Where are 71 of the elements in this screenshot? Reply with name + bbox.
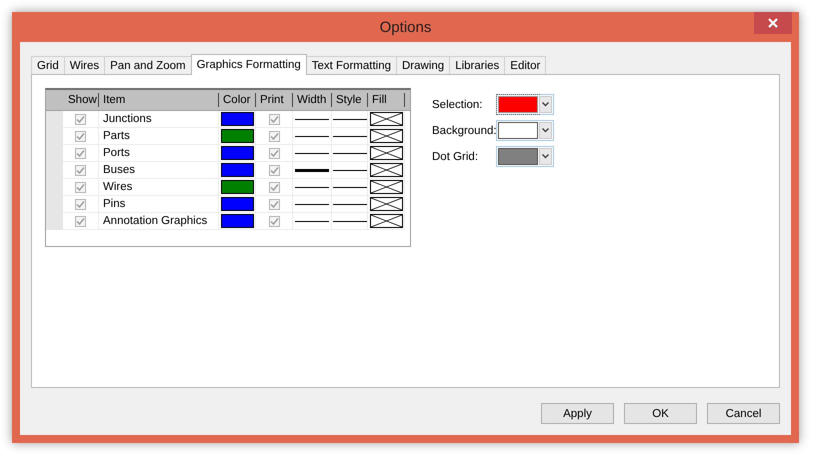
- tab[interactable]: Graphics Formatting: [190, 54, 307, 75]
- print-checkbox[interactable]: [268, 216, 280, 226]
- color-swatch[interactable]: [220, 112, 254, 126]
- show-checkbox[interactable]: [75, 164, 86, 176]
- show-checkbox[interactable]: [75, 114, 86, 124]
- window-title: Options: [380, 18, 432, 36]
- column-header: Print: [256, 93, 293, 107]
- column-header: Style: [332, 93, 368, 107]
- line-width-sample[interactable]: [295, 220, 329, 222]
- show-checkbox[interactable]: [75, 216, 86, 226]
- table-cell: Parts: [99, 128, 219, 145]
- color-swatch[interactable]: [220, 180, 254, 194]
- line-width-sample[interactable]: [295, 168, 329, 172]
- table-cell: Buses: [99, 162, 219, 179]
- color-swatch[interactable]: [220, 163, 254, 177]
- print-checkbox[interactable]: [268, 148, 280, 158]
- color-dropdown[interactable]: [496, 146, 554, 167]
- no-fill-icon[interactable]: [370, 163, 402, 177]
- print-checkbox[interactable]: [268, 198, 280, 210]
- show-checkbox[interactable]: [75, 130, 86, 142]
- tab[interactable]: Drawing: [396, 56, 450, 74]
- column-header: Fill: [368, 93, 405, 107]
- color-swatch[interactable]: [220, 214, 254, 228]
- line-style-sample[interactable]: [332, 186, 366, 188]
- table-cell: Pins: [99, 196, 219, 213]
- dialog-button[interactable]: Cancel: [707, 403, 780, 424]
- color-dropdown[interactable]: [496, 94, 554, 115]
- dialog-button[interactable]: Apply: [541, 403, 614, 424]
- color-swatch[interactable]: [220, 146, 254, 160]
- color-dropdown[interactable]: [496, 120, 554, 141]
- picker-label: Background:: [432, 124, 496, 136]
- line-style-sample[interactable]: [332, 152, 366, 154]
- column-header: Width: [293, 93, 332, 107]
- column-header: Show: [63, 93, 99, 107]
- tab[interactable]: Grid: [31, 56, 65, 74]
- no-fill-icon[interactable]: [370, 146, 402, 160]
- chevron-icon: [542, 102, 549, 107]
- show-checkbox[interactable]: [75, 182, 86, 192]
- picker-label: Selection:: [432, 98, 484, 110]
- close-button[interactable]: [754, 12, 792, 34]
- dialog-button[interactable]: OK: [624, 403, 697, 424]
- no-fill-icon[interactable]: [370, 197, 402, 211]
- show-checkbox[interactable]: [75, 148, 86, 158]
- tab[interactable]: Editor: [504, 56, 546, 74]
- picker-label: Dot Grid:: [432, 150, 480, 162]
- table-cell: Wires: [99, 179, 219, 196]
- show-checkbox[interactable]: [75, 198, 86, 210]
- print-checkbox[interactable]: [268, 164, 280, 176]
- table-cell: Ports: [99, 145, 219, 162]
- no-fill-icon[interactable]: [370, 129, 402, 143]
- table-cell: Junctions: [99, 111, 219, 128]
- no-fill-icon[interactable]: [370, 112, 402, 126]
- close-icon: [768, 18, 778, 28]
- line-width-sample[interactable]: [295, 152, 329, 154]
- tab[interactable]: Text Formatting: [306, 56, 397, 74]
- print-checkbox[interactable]: [268, 130, 280, 142]
- table-cell: Annotation Graphics: [99, 213, 219, 230]
- no-fill-icon[interactable]: [370, 214, 402, 228]
- column-header: Item: [99, 93, 219, 107]
- color-swatch[interactable]: [220, 129, 254, 143]
- line-width-sample[interactable]: [295, 186, 329, 188]
- line-width-sample[interactable]: [295, 118, 329, 120]
- line-style-sample[interactable]: [332, 118, 366, 120]
- no-fill-icon[interactable]: [370, 180, 402, 194]
- print-checkbox[interactable]: [268, 114, 280, 124]
- color-swatch[interactable]: [220, 197, 254, 211]
- column-header: Color: [219, 93, 256, 107]
- print-checkbox[interactable]: [268, 182, 280, 192]
- chevron-icon: [542, 154, 549, 159]
- line-style-sample[interactable]: [332, 220, 366, 222]
- chevron-icon: [542, 128, 549, 133]
